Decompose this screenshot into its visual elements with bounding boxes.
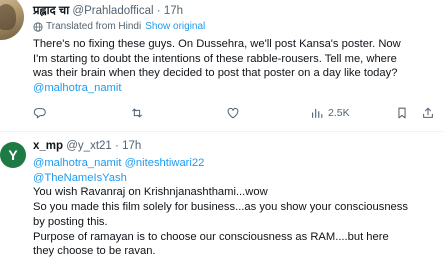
views-button[interactable]: 2.5K [310,105,350,121]
tweet-text-line: Purpose of ramayan is to choose our cons… [33,230,389,243]
handle[interactable]: @y_xt21 [66,140,112,152]
translated-label: Translated from Hindi [46,21,142,32]
tweet[interactable]: प्रह्लाद चा @Prahladoffical · 17h Transl… [0,0,443,132]
tweet-actions: 2.5K [33,105,438,121]
tweet-text-line: by posting this. [33,215,108,228]
tweet-text-line: was their brain when they decided to pos… [33,67,398,80]
share-icon [423,107,433,118]
display-name[interactable]: प्रह्लाद चा [33,5,69,17]
avatar[interactable]: Y [0,142,26,168]
retweet-icon [132,108,142,118]
show-original-link[interactable]: Show original [145,21,205,33]
avatar-photo-shade [0,4,16,30]
separator: · [156,5,161,17]
tweet-header: प्रह्लाद चा @Prahladoffical · 17h [33,4,183,18]
share-button[interactable] [421,105,435,121]
timestamp[interactable]: 17h [122,140,141,152]
mention-link[interactable]: @malhotra_namit @niteshtiwari22 [33,156,438,171]
mention-link[interactable]: @TheNameIsYash [33,171,438,186]
avatar[interactable] [0,0,24,40]
tweet-text-line: There's no fixing these guys. On Dussehr… [33,38,401,50]
bookmark-icon [398,107,406,119]
tweet-text-line: You wish Ravanraj on Krishnjanashthami..… [33,186,268,199]
display-name[interactable]: x_mp [33,140,63,152]
retweet-button[interactable] [130,105,144,121]
handle[interactable]: @Prahladoffical [72,5,153,17]
like-icon [227,107,239,119]
tweet-text: There's no fixing these guys. On Dussehr… [33,37,438,96]
globe-icon [33,22,43,32]
reply-button[interactable] [33,105,47,121]
tweet-text: @malhotra_namit @niteshtiwari22 @TheName… [33,156,438,259]
translation-notice: Translated from Hindi Show original [33,21,205,33]
tweet-text-line: So you made this film solely for busines… [33,201,408,214]
like-button[interactable] [226,105,240,121]
tweet[interactable]: Y x_mp @y_xt21 · 17h @malhotra_namit @ni… [0,132,443,266]
view-count: 2.5K [328,107,350,119]
tweet-text-line: I'm starting to doubt the intentions of … [33,52,397,65]
mention-link[interactable]: @malhotra_namit [33,81,438,96]
tweet-text-line: they choose to be ravan. [33,245,156,258]
separator: · [115,140,119,152]
views-icon [312,108,323,118]
bookmark-button[interactable] [395,105,409,121]
reply-icon [33,108,46,119]
tweet-header: x_mp @y_xt21 · 17h [33,139,141,153]
timestamp[interactable]: 17h [164,5,183,17]
